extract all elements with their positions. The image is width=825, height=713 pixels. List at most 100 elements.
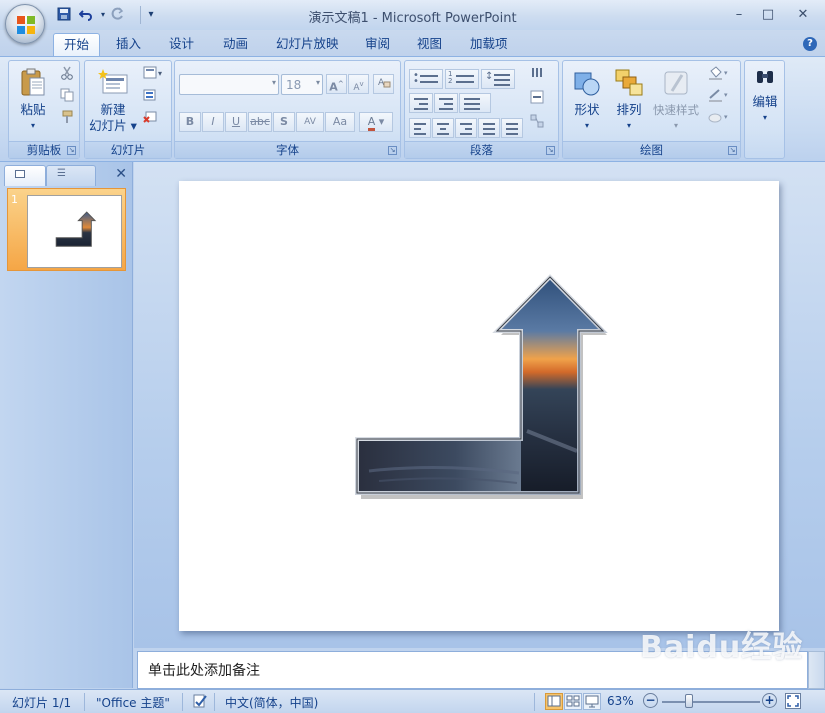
drawing-launcher-icon[interactable]: ↘ <box>728 146 737 155</box>
zoom-slider-thumb[interactable] <box>685 694 693 708</box>
line-spacing-button[interactable]: ↕ <box>481 69 515 89</box>
maximize-button[interactable]: □ <box>756 5 780 25</box>
outline-tab[interactable]: ☰ <box>46 165 96 186</box>
drawing-group-label: 绘图 <box>563 141 740 158</box>
font-color-button[interactable]: A ▾ <box>359 112 393 132</box>
close-button[interactable]: ✕ <box>791 5 815 25</box>
align-left-button[interactable] <box>409 118 431 138</box>
underline-button[interactable]: U <box>225 112 247 132</box>
panel-tabs: ☰ ✕ <box>0 162 133 186</box>
arrange-button[interactable]: 排列 ▾ <box>609 67 649 134</box>
bent-up-arrow-shape[interactable] <box>179 181 779 631</box>
numbering-button[interactable]: 12 <box>445 69 479 89</box>
ribbon: 粘贴 ▾ 剪贴板 ↘ 新建 幻灯片 ▾ ▾ 幻灯片 ▾ 18 ▾ A^ Av A… <box>0 56 825 162</box>
chevron-down-icon: ▾ <box>271 78 276 87</box>
paste-button[interactable]: 粘贴 ▾ <box>13 67 53 134</box>
clipboard-launcher-icon[interactable]: ↘ <box>67 146 76 155</box>
columns-button[interactable] <box>459 93 491 113</box>
slide-thumbnail[interactable] <box>27 195 122 268</box>
align-center-button[interactable] <box>432 118 454 138</box>
shape-outline-icon[interactable]: ▾ <box>706 88 732 106</box>
editing-button[interactable]: 编辑 ▾ <box>746 67 784 126</box>
slides-group: 新建 幻灯片 ▾ ▾ 幻灯片 <box>84 60 172 159</box>
align-right-button[interactable] <box>455 118 477 138</box>
baidu-watermark: Baidu经验 <box>640 630 804 665</box>
tab-addins[interactable]: 加载项 <box>460 33 518 56</box>
help-icon[interactable]: ? <box>803 37 817 51</box>
strikethrough-button[interactable]: abc <box>248 112 272 132</box>
cut-icon[interactable] <box>57 66 77 84</box>
align-text-icon[interactable] <box>527 90 547 108</box>
window-title: 演示文稿1 - Microsoft PowerPoint <box>308 11 517 26</box>
zoom-level[interactable]: 63% <box>607 694 634 708</box>
smartart-icon[interactable] <box>527 114 547 132</box>
font-group: ▾ 18 ▾ A^ Av A B I U abc S AV Aa A ▾ 字体 … <box>174 60 401 159</box>
zoom-slider-track[interactable] <box>662 701 760 703</box>
outline-tab-icon: ☰ <box>57 168 66 179</box>
text-direction-icon[interactable] <box>527 66 547 84</box>
svg-text:▾: ▾ <box>158 69 162 78</box>
italic-button[interactable]: I <box>202 112 224 132</box>
font-name-combo[interactable]: ▾ <box>179 74 279 95</box>
tab-slideshow[interactable]: 幻灯片放映 <box>266 33 349 56</box>
quick-styles-icon <box>660 67 692 99</box>
shapes-icon <box>571 67 603 99</box>
slide-thumbnail-selected[interactable]: 1 <box>7 188 126 271</box>
change-case-button[interactable]: Aa <box>325 112 355 132</box>
tab-insert[interactable]: 插入 <box>106 33 151 56</box>
language-status[interactable]: 中文(简体，中国) <box>225 694 318 711</box>
decrease-indent-button[interactable] <box>409 93 433 113</box>
justify-button[interactable] <box>478 118 500 138</box>
office-button[interactable] <box>5 4 45 44</box>
font-size-combo[interactable]: 18 ▾ <box>281 74 323 95</box>
paste-icon <box>17 67 49 99</box>
tab-animations[interactable]: 动画 <box>213 33 258 56</box>
normal-view-icon[interactable] <box>545 693 563 710</box>
close-panel-icon[interactable]: ✕ <box>115 166 127 182</box>
shape-effects-icon[interactable]: ▾ <box>706 110 732 128</box>
tab-design[interactable]: 设计 <box>159 33 204 56</box>
new-slide-label-2: 幻灯片 ▾ <box>89 118 137 133</box>
quick-styles-button[interactable]: 快速样式 ▾ <box>649 67 703 134</box>
paragraph-launcher-icon[interactable]: ↘ <box>546 146 555 155</box>
svg-text:▾: ▾ <box>724 91 728 99</box>
shapes-button[interactable]: 形状 ▾ <box>567 67 607 134</box>
spell-check-icon[interactable] <box>192 693 208 712</box>
tab-review[interactable]: 审阅 <box>355 33 400 56</box>
text-shadow-button[interactable]: S <box>273 112 295 132</box>
shape-fill-icon[interactable]: ▾ <box>706 66 732 84</box>
bold-button[interactable]: B <box>179 112 201 132</box>
increase-indent-button[interactable] <box>434 93 458 113</box>
grow-font-button[interactable]: A^ <box>326 74 347 94</box>
clear-format-icon[interactable]: A <box>373 74 394 94</box>
quick-styles-label: 快速样式 <box>653 103 699 117</box>
notes-scrollbar[interactable] <box>808 651 825 689</box>
shrink-font-button[interactable]: Av <box>348 74 369 94</box>
paragraph-group: • • 12 ↕ 段落 ↘ <box>404 60 559 159</box>
minimize-button[interactable]: – <box>727 5 751 25</box>
slides-tab[interactable] <box>4 165 46 186</box>
new-slide-button[interactable]: 新建 幻灯片 ▾ <box>88 67 138 134</box>
slide-canvas[interactable] <box>179 181 779 631</box>
zoom-out-button[interactable]: − <box>643 693 658 708</box>
layout-icon[interactable]: ▾ <box>140 66 166 84</box>
copy-icon[interactable] <box>57 88 77 106</box>
slides-group-label: 幻灯片 <box>85 141 171 158</box>
delete-slide-icon[interactable] <box>140 110 160 128</box>
reset-slide-icon[interactable] <box>140 88 160 106</box>
editing-label: 编辑 <box>752 94 778 109</box>
tab-view[interactable]: 视图 <box>407 33 452 56</box>
format-painter-icon[interactable] <box>57 110 77 128</box>
binoculars-icon <box>754 67 776 91</box>
notes-placeholder: 单击此处添加备注 <box>148 663 260 679</box>
bullets-button[interactable]: • • <box>409 69 443 89</box>
fit-to-window-icon[interactable] <box>785 693 801 709</box>
tab-home[interactable]: 开始 <box>53 33 101 56</box>
distributed-button[interactable] <box>501 118 523 138</box>
zoom-in-button[interactable]: + <box>762 693 777 708</box>
slide-sorter-view-icon[interactable] <box>564 693 582 710</box>
character-spacing-button[interactable]: AV <box>296 112 324 132</box>
new-slide-icon <box>97 67 129 99</box>
font-launcher-icon[interactable]: ↘ <box>388 146 397 155</box>
slideshow-view-icon[interactable] <box>583 693 601 710</box>
